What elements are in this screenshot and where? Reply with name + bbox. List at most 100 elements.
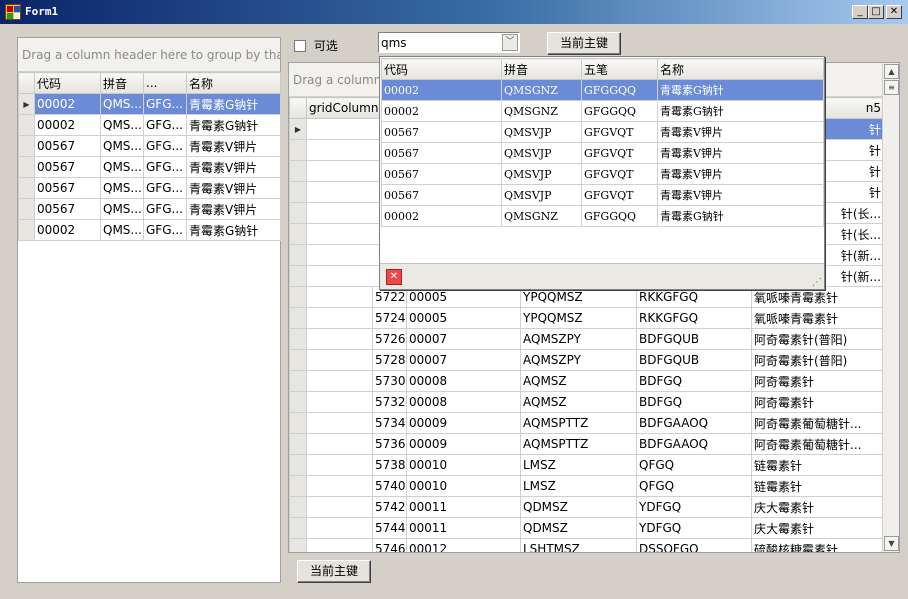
cell[interactable]: 00002: [34, 93, 101, 115]
cell[interactable]: QMS...: [100, 177, 144, 199]
cell[interactable]: GFGGQQ: [581, 205, 658, 227]
cell[interactable]: YDFGQ: [636, 517, 752, 539]
cell[interactable]: 00567: [34, 135, 101, 157]
cell[interactable]: 青霉素V钾片: [186, 198, 281, 220]
cell[interactable]: 00567: [381, 184, 502, 206]
cell[interactable]: BDFGQUB: [636, 328, 752, 350]
cell[interactable]: 5732: [372, 391, 407, 413]
cell[interactable]: 5738: [372, 454, 407, 476]
cell[interactable]: 5734: [372, 412, 407, 434]
cell[interactable]: 庆大霉素针: [751, 517, 884, 539]
cell[interactable]: [306, 328, 373, 350]
resize-grip-icon[interactable]: ⋰: [812, 277, 822, 288]
cell[interactable]: 庆大霉素针: [751, 496, 884, 518]
cell[interactable]: [306, 454, 373, 476]
cell[interactable]: 氧哌嗪青霉素针: [751, 307, 884, 329]
cell[interactable]: GFG...: [143, 177, 187, 199]
cell[interactable]: QMS...: [100, 114, 144, 136]
cell[interactable]: 青霉素G钠针: [657, 205, 824, 227]
cell[interactable]: QMSVJP: [501, 163, 582, 185]
cell[interactable]: BDFGQUB: [636, 349, 752, 371]
checkbox-box[interactable]: [294, 39, 306, 52]
cell[interactable]: QMSVJP: [501, 142, 582, 164]
cell[interactable]: YDFGQ: [636, 496, 752, 518]
cell[interactable]: 5736: [372, 433, 407, 455]
cell[interactable]: 青霉素V钾片: [186, 156, 281, 178]
cell[interactable]: GFG...: [143, 93, 187, 115]
popup-row[interactable]: 00567 QMSVJP GFGVQT 青霉素V钾片: [381, 121, 824, 143]
table-row[interactable]: 5732 00008 AQMSZ BDFGQ 阿奇霉素针: [289, 391, 884, 413]
table-row[interactable]: 5740 00010 LMSZ QFGQ 链霉素针: [289, 475, 884, 497]
cell[interactable]: GFG...: [143, 219, 187, 241]
cell[interactable]: QMS...: [100, 219, 144, 241]
popup-row[interactable]: 00002 QMSGNZ GFGGQQ 青霉素G钠针: [381, 79, 824, 101]
cell[interactable]: 阿奇霉素针: [751, 391, 884, 413]
cell[interactable]: QMSVJP: [501, 184, 582, 206]
cell[interactable]: 阿奇霉素针(普阳): [751, 349, 884, 371]
cell[interactable]: 00008: [406, 370, 521, 392]
cell[interactable]: 青霉素G钠针: [186, 219, 281, 241]
table-row[interactable]: 5724 00005 YPQQMSZ RKKGFGQ 氧哌嗪青霉素针: [289, 307, 884, 329]
cell[interactable]: GFGGQQ: [581, 79, 658, 101]
cell[interactable]: GFGVQT: [581, 184, 658, 206]
cell[interactable]: QMS...: [100, 135, 144, 157]
cell[interactable]: LMSZ: [520, 454, 637, 476]
cell[interactable]: QMS...: [100, 156, 144, 178]
table-row[interactable]: 5730 00008 AQMSZ BDFGQ 阿奇霉素针: [289, 370, 884, 392]
popup-row[interactable]: 00567 QMSVJP GFGVQT 青霉素V钾片: [381, 184, 824, 206]
cell[interactable]: [306, 538, 373, 552]
cell[interactable]: QFGQ: [636, 475, 752, 497]
cell[interactable]: 00002: [34, 219, 101, 241]
scroll-down-button[interactable]: ▼: [884, 536, 899, 551]
cell[interactable]: AQMSZPY: [520, 328, 637, 350]
current-pk-button-bottom[interactable]: 当前主键: [297, 560, 371, 583]
column-header[interactable]: 代码: [34, 72, 101, 94]
scroll-menu-button[interactable]: ≡: [884, 80, 899, 95]
cell[interactable]: 00007: [406, 328, 521, 350]
cell[interactable]: QMS...: [100, 198, 144, 220]
table-row[interactable]: 00567 QMS... GFG... 青霉素V钾片: [18, 177, 281, 199]
cell[interactable]: 00011: [406, 517, 521, 539]
cell[interactable]: [306, 433, 373, 455]
cell[interactable]: LSHTMSZ: [520, 538, 637, 552]
cell[interactable]: 阿奇霉素针(普阳): [751, 328, 884, 350]
cell[interactable]: QMSGNZ: [501, 79, 582, 101]
cell[interactable]: 00002: [381, 205, 502, 227]
column-header[interactable]: ...: [143, 72, 187, 94]
cell[interactable]: [306, 370, 373, 392]
cell[interactable]: 00009: [406, 412, 521, 434]
left-group-panel[interactable]: Drag a column header here to group by th…: [18, 38, 280, 72]
popup-row[interactable]: 00002 QMSGNZ GFGGQQ 青霉素G钠针: [381, 205, 824, 227]
cell[interactable]: 00007: [406, 349, 521, 371]
cell[interactable]: 5746: [372, 538, 407, 552]
cell[interactable]: 00012: [406, 538, 521, 552]
main-grid-scrollbar[interactable]: ▲ ≡ ▼: [882, 63, 899, 552]
cell[interactable]: 5726: [372, 328, 407, 350]
close-button[interactable]: ✕: [886, 5, 902, 19]
cell[interactable]: 青霉素V钾片: [186, 135, 281, 157]
cell[interactable]: 00009: [406, 433, 521, 455]
column-header[interactable]: 五笔: [581, 58, 658, 80]
app-icon[interactable]: [5, 4, 21, 20]
cell[interactable]: 00002: [381, 100, 502, 122]
cell[interactable]: 00011: [406, 496, 521, 518]
cell[interactable]: 5724: [372, 307, 407, 329]
table-row[interactable]: 5728 00007 AQMSZPY BDFGQUB 阿奇霉素针(普阳): [289, 349, 884, 371]
cell[interactable]: 阿奇霉素针: [751, 370, 884, 392]
cell[interactable]: 00567: [34, 198, 101, 220]
cell[interactable]: GFGVQT: [581, 121, 658, 143]
current-pk-button-top[interactable]: 当前主键: [547, 32, 621, 55]
cell[interactable]: 00567: [34, 156, 101, 178]
cell[interactable]: 青霉素G钠针: [186, 114, 281, 136]
cell[interactable]: 青霉素G钠针: [657, 79, 824, 101]
cell[interactable]: QMSGNZ: [501, 100, 582, 122]
cell[interactable]: GFG...: [143, 198, 187, 220]
maximize-button[interactable]: □: [868, 5, 884, 19]
cell[interactable]: 00008: [406, 391, 521, 413]
table-row[interactable]: 00567 QMS... GFG... 青霉素V钾片: [18, 198, 281, 220]
cell[interactable]: 00567: [381, 163, 502, 185]
cell[interactable]: 5740: [372, 475, 407, 497]
cell[interactable]: 5728: [372, 349, 407, 371]
cell[interactable]: 青霉素V钾片: [657, 142, 824, 164]
cell[interactable]: [306, 349, 373, 371]
